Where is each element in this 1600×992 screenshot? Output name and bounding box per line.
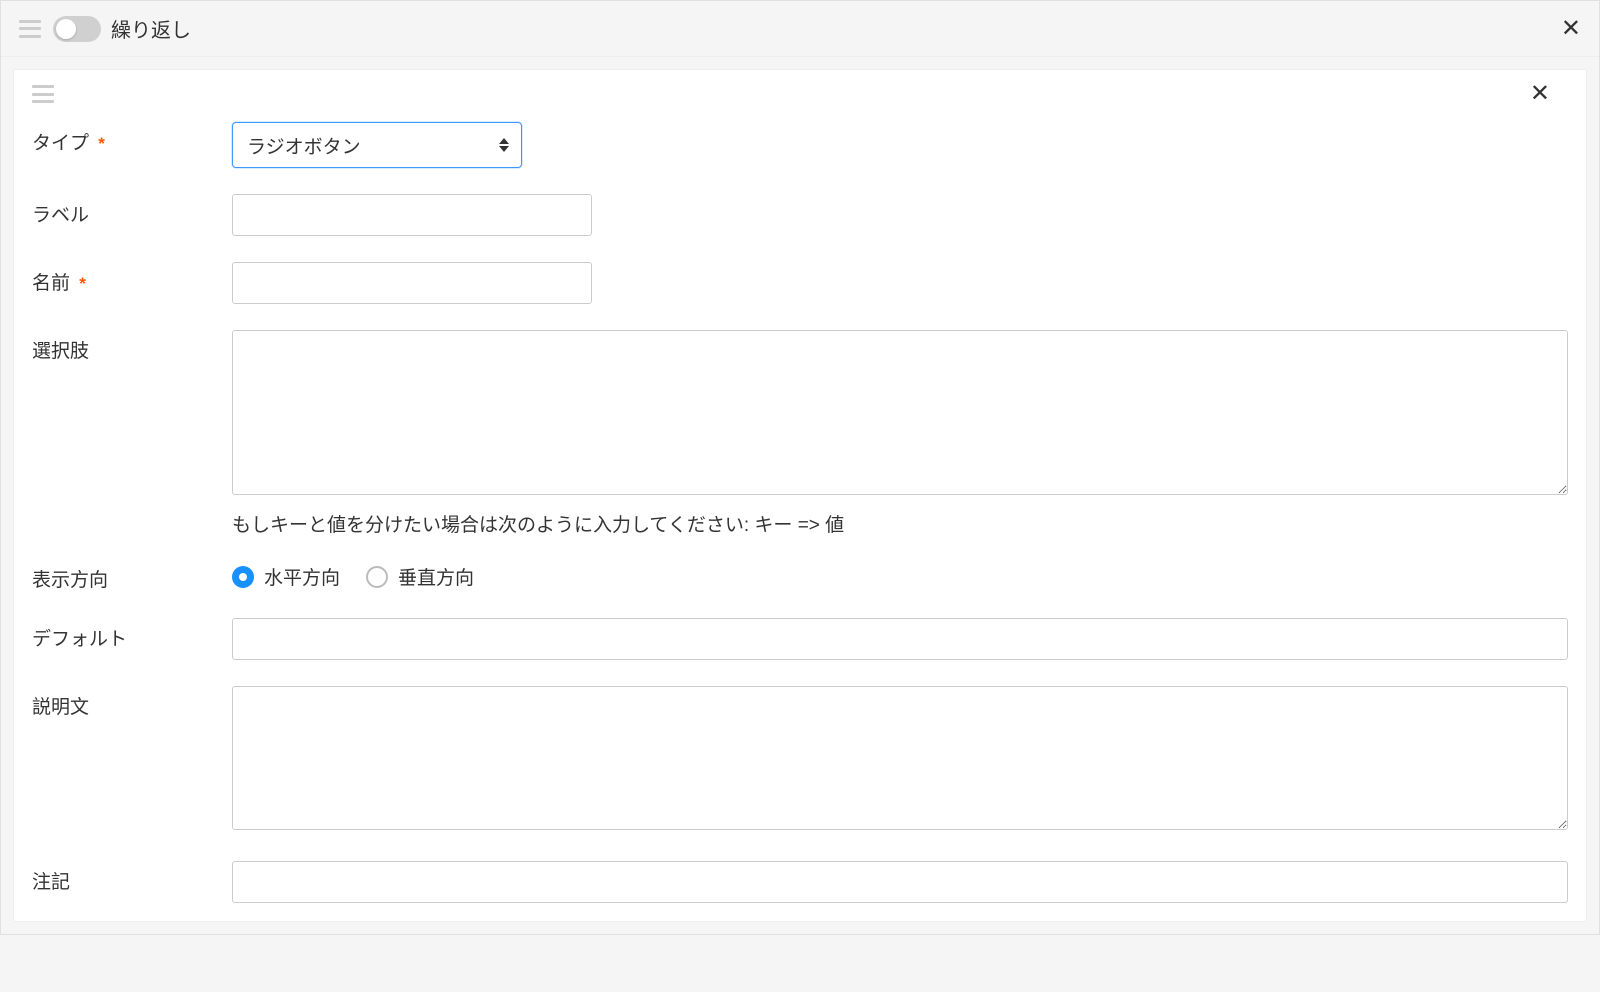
repeat-toggle[interactable] xyxy=(53,16,101,42)
type-control: ラジオボタン xyxy=(232,122,1568,168)
type-selected-value: ラジオボタン xyxy=(247,132,361,159)
row-choices: 選択肢 もしキーと値を分けたい場合は次のように入力してください: キー => 値 xyxy=(32,330,1568,537)
outer-header: 繰り返し ✕ xyxy=(1,1,1599,57)
close-icon[interactable]: ✕ xyxy=(1561,17,1581,41)
description-control xyxy=(232,686,1568,835)
description-textarea[interactable] xyxy=(232,686,1568,830)
name-label-wrap: 名前 * xyxy=(32,262,232,295)
name-control xyxy=(232,262,1568,304)
type-select[interactable]: ラジオボタン xyxy=(232,122,522,168)
direction-label: 表示方向 xyxy=(32,563,232,592)
direction-horizontal-label: 水平方向 xyxy=(264,563,340,590)
direction-control: 水平方向 垂直方向 xyxy=(232,563,1568,590)
radio-unselected-icon xyxy=(366,566,388,588)
drag-handle-icon[interactable] xyxy=(32,85,54,103)
radio-selected-icon xyxy=(232,566,254,588)
note-control xyxy=(232,861,1568,903)
label-label: ラベル xyxy=(32,194,232,227)
row-description: 説明文 xyxy=(32,686,1568,835)
label-control xyxy=(232,194,1568,236)
default-control xyxy=(232,618,1568,660)
row-default: デフォルト xyxy=(32,618,1568,660)
repeat-label: 繰り返し xyxy=(111,14,191,43)
close-icon[interactable]: ✕ xyxy=(1530,82,1550,106)
drag-handle-icon[interactable] xyxy=(19,20,41,38)
row-name: 名前 * xyxy=(32,262,1568,304)
inner-panel: ✕ タイプ * ラジオボタン ラベル xyxy=(13,69,1587,922)
choices-textarea[interactable] xyxy=(232,330,1568,495)
note-input[interactable] xyxy=(232,861,1568,903)
choices-control: もしキーと値を分けたい場合は次のように入力してください: キー => 値 xyxy=(232,330,1568,537)
description-label: 説明文 xyxy=(32,686,232,719)
label-input[interactable] xyxy=(232,194,592,236)
choices-help-text: もしキーと値を分けたい場合は次のように入力してください: キー => 値 xyxy=(232,510,1568,537)
default-label: デフォルト xyxy=(32,618,232,651)
name-input[interactable] xyxy=(232,262,592,304)
required-asterisk: * xyxy=(98,134,105,153)
inner-header: ✕ xyxy=(32,84,1568,104)
row-direction: 表示方向 水平方向 垂直方向 xyxy=(32,563,1568,592)
name-label: 名前 xyxy=(32,273,70,294)
type-label: タイプ xyxy=(32,133,89,154)
choices-label: 選択肢 xyxy=(32,330,232,363)
direction-radio-horizontal[interactable]: 水平方向 xyxy=(232,563,340,590)
note-label: 注記 xyxy=(32,861,232,894)
toggle-knob xyxy=(56,19,76,39)
direction-radio-group: 水平方向 垂直方向 xyxy=(232,563,1568,590)
type-label-wrap: タイプ * xyxy=(32,122,232,155)
default-input[interactable] xyxy=(232,618,1568,660)
row-note: 注記 xyxy=(32,861,1568,903)
required-asterisk: * xyxy=(79,274,86,293)
select-arrows-icon xyxy=(499,138,509,152)
direction-radio-vertical[interactable]: 垂直方向 xyxy=(366,563,474,590)
row-label: ラベル xyxy=(32,194,1568,236)
direction-vertical-label: 垂直方向 xyxy=(398,563,474,590)
row-type: タイプ * ラジオボタン xyxy=(32,122,1568,168)
outer-panel: 繰り返し ✕ ✕ タイプ * ラジオボタン xyxy=(0,0,1600,935)
